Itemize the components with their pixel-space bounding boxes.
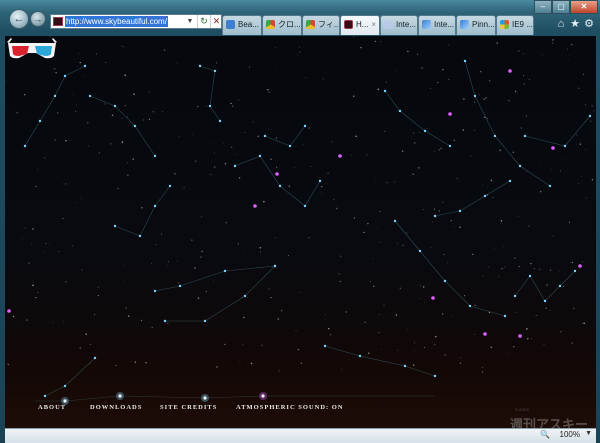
site-favicon-icon <box>53 17 63 26</box>
tab-label: Inte... <box>434 20 454 29</box>
web-content: ABOUT DOWNLOADS SITE CREDITS ATMOSPHERIC… <box>5 36 596 428</box>
address-url[interactable]: http://www.skybeautiful.com/ <box>65 16 168 27</box>
ie-page-icon <box>226 20 235 29</box>
back-arrow-icon: ← <box>14 13 25 25</box>
stop-icon[interactable]: ✕ <box>210 15 222 28</box>
cloud-icon <box>384 20 393 29</box>
tab-label: Pinn... <box>472 20 495 29</box>
ie-icon <box>422 20 431 29</box>
tab-label: Inte... <box>396 20 416 29</box>
nav-about-link[interactable]: ABOUT <box>38 404 66 411</box>
browser-window: ← → http://www.skybeautiful.com/ ▼ ↻ ✕ B… <box>0 0 600 442</box>
zoom-level[interactable]: 100% <box>560 430 580 439</box>
windows-icon <box>500 20 509 29</box>
nav-site-credits-link[interactable]: SITE CREDITS <box>160 404 217 411</box>
tab-label: Bea... <box>238 20 259 29</box>
chrome-icon <box>306 20 315 29</box>
watermark-subtext: © ASCII <box>515 407 529 412</box>
tab-7[interactable]: Pinn... <box>456 15 496 35</box>
minimize-button[interactable]: – <box>534 0 552 14</box>
tab-label: H... <box>356 20 368 29</box>
refresh-icon[interactable]: ↻ <box>197 15 210 28</box>
watermark: 週刊アスキー <box>510 414 588 428</box>
maximize-button[interactable]: ▢ <box>552 0 570 14</box>
chrome-icon <box>266 20 275 29</box>
zoom-magnifier-icon: 🔍 <box>540 430 550 439</box>
tab-6[interactable]: Inte... <box>418 15 456 35</box>
tab-1[interactable]: Bea... <box>222 15 262 35</box>
ie-icon <box>460 20 469 29</box>
tab-label: クロ... <box>278 20 301 29</box>
site-footer-nav: ABOUT DOWNLOADS SITE CREDITS ATMOSPHERIC… <box>5 36 596 428</box>
tab-label: フィ... <box>318 20 340 29</box>
tab-3[interactable]: フィ... <box>302 15 340 35</box>
home-icon[interactable]: ⌂ <box>554 17 568 31</box>
zoom-dropdown-icon[interactable]: ▼ <box>585 430 592 437</box>
window-controls: – ▢ ✕ <box>530 0 600 15</box>
back-button[interactable]: ← <box>9 9 29 29</box>
skybeautiful-icon <box>344 20 353 29</box>
tab-active[interactable]: H... × <box>340 15 380 35</box>
nav-downloads-link[interactable]: DOWNLOADS <box>90 404 142 411</box>
close-window-button[interactable]: ✕ <box>570 0 598 14</box>
tab-5[interactable]: Inte... <box>380 15 418 35</box>
forward-button[interactable]: → <box>30 11 46 27</box>
gear-icon[interactable]: ⚙ <box>582 17 596 31</box>
forward-arrow-icon: → <box>34 14 43 24</box>
tab-2[interactable]: クロ... <box>262 15 302 35</box>
address-dropdown-icon[interactable]: ▼ <box>185 15 195 28</box>
status-bar: 🔍 100% ▼ <box>5 428 596 443</box>
3d-glasses-icon[interactable] <box>5 36 59 60</box>
tab-label: IE9 ... <box>512 20 533 29</box>
favorites-star-icon[interactable]: ★ <box>568 17 582 31</box>
tab-8[interactable]: IE9 ... <box>496 15 534 35</box>
address-bar[interactable]: http://www.skybeautiful.com/ ▼ ↻ ✕ <box>50 14 222 29</box>
browser-toolbar: ← → http://www.skybeautiful.com/ ▼ ↻ ✕ B… <box>0 0 600 36</box>
nav-atmospheric-sound-toggle[interactable]: ATMOSPHERIC SOUND: ON <box>236 404 344 411</box>
tab-close-icon[interactable]: × <box>371 16 376 34</box>
